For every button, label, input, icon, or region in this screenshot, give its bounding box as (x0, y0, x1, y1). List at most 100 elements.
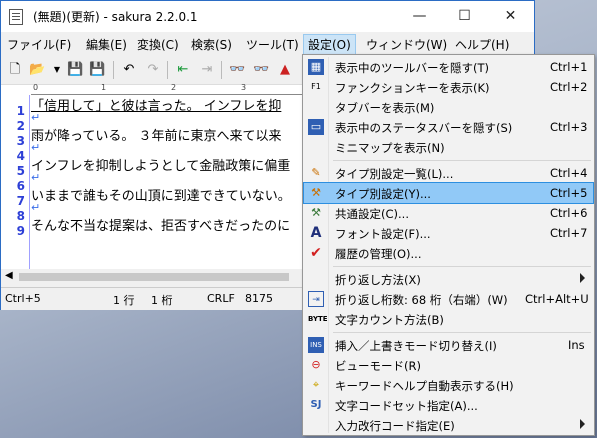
menu-file[interactable]: ファイル(F) (7, 36, 71, 53)
dropdown-arrow-icon[interactable]: ▼ (49, 62, 65, 78)
line-number: 6 (16, 179, 25, 193)
menu-item-keyword-help[interactable]: ⌖ キーワードヘルプ自動表示する(H) (304, 375, 593, 395)
menu-bar: ファイル(F) 編集(E) 変換(C) 検索(S) ツール(T) 設定(O) ウ… (1, 33, 534, 55)
menu-search[interactable]: 検索(S) (191, 36, 232, 53)
menu-item-label: ビューモード(R) (335, 359, 421, 373)
scroll-left-icon[interactable]: ◀ (5, 270, 13, 281)
settings-menu: ▦ 表示中のツールバーを隠す(T) Ctrl+1 F1 ファンクションキーを表示… (302, 54, 595, 436)
menu-separator (333, 160, 591, 161)
menu-settings[interactable]: 設定(O) (303, 34, 356, 55)
ruler-mark: 3 (241, 83, 247, 92)
menu-item-history[interactable]: ✔ 履歴の管理(O)... (304, 243, 593, 263)
crlf-mark: ↵ (31, 201, 41, 214)
toolbar-separator (221, 61, 222, 79)
menu-item-wrap-columns[interactable]: ⇥ 折り返し桁数: 68 桁（右端）(W) Ctrl+Alt+U (304, 289, 593, 309)
menu-item-label: 共通設定(C)... (335, 207, 409, 221)
new-file-icon[interactable]: 🗋 (7, 62, 23, 78)
menu-item-view-mode[interactable]: ⊖ ビューモード(R) (304, 355, 593, 375)
menu-item-label: タイプ別設定(Y)... (335, 187, 431, 201)
menu-item-input-eol[interactable]: 入力改行コード指定(E) (304, 415, 593, 435)
viewmode-icon: ⊖ (311, 358, 321, 371)
menu-item-label: 履歴の管理(O)... (335, 247, 422, 261)
menu-item-label: 入力改行コード指定(E) (335, 419, 455, 433)
menu-item-label: タブバーを表示(M) (335, 101, 435, 115)
menu-item-shortcut: Ctrl+4 (550, 166, 588, 180)
keyword-help-icon: ⌖ (312, 378, 320, 391)
crlf-mark: ↵ (31, 171, 41, 184)
submenu-arrow-icon (580, 419, 585, 429)
menu-item-label: フォント設定(F)... (335, 227, 431, 241)
menu-edit[interactable]: 編集(E) (86, 36, 127, 53)
type-setting-icon: ⚒ (311, 186, 321, 199)
find-next-icon[interactable]: 👓 (253, 62, 269, 78)
menu-item-hide-statusbar[interactable]: ▭ 表示中のステータスバーを隠す(S) Ctrl+3 (304, 117, 593, 137)
find-icon[interactable]: 👓 (229, 62, 245, 78)
menu-window[interactable]: ウィンドウ(W) (366, 36, 447, 53)
undo-icon[interactable]: ↶ (121, 62, 137, 78)
title-bar[interactable]: (無題)(更新) - sakura 2.2.0.1 — ☐ ✕ (1, 1, 534, 32)
menu-item-font-setting[interactable]: A フォント設定(F)... Ctrl+7 (304, 223, 593, 243)
redo-icon[interactable]: ↷ (145, 62, 161, 78)
scrollbar-thumb[interactable] (19, 273, 289, 281)
status-shortcut: Ctrl+5 (5, 292, 41, 305)
find-prev-icon[interactable]: ▲ (277, 62, 293, 78)
menu-item-label: 表示中のステータスバーを隠す(S) (335, 121, 513, 135)
menu-item-label: 折り返し方法(X) (335, 273, 421, 287)
menu-item-type-setting[interactable]: ⚒ タイプ別設定(Y)... Ctrl+5 (303, 182, 594, 204)
status-col: 1 桁 (151, 294, 173, 307)
menu-tools[interactable]: ツール(T) (246, 36, 299, 53)
menu-item-function-keys[interactable]: F1 ファンクションキーを表示(K) Ctrl+2 (304, 77, 593, 97)
menu-item-hide-toolbar[interactable]: ▦ 表示中のツールバーを隠す(T) Ctrl+1 (304, 57, 593, 77)
menu-item-common-setting[interactable]: ⚒ 共通設定(C)... Ctrl+6 (304, 203, 593, 223)
line-number: 4 (16, 149, 25, 163)
menu-item-shortcut: Ctrl+2 (550, 80, 588, 94)
wrap-icon: ⇥ (308, 291, 324, 307)
menu-separator (333, 266, 591, 267)
menu-item-label: ミニマップを表示(N) (335, 141, 445, 155)
line-number: 5 (16, 164, 25, 178)
status-code: 8175 (245, 292, 273, 305)
menu-item-type-list[interactable]: ✎ タイプ別設定一覧(L)... Ctrl+4 (304, 163, 593, 183)
menu-help[interactable]: ヘルプ(H) (455, 36, 509, 53)
ruler-mark: 2 (171, 83, 177, 92)
menu-item-shortcut: Ctrl+5 (550, 186, 588, 200)
menu-item-shortcut: Ctrl+3 (550, 120, 588, 134)
maximize-button[interactable]: ☐ (442, 1, 487, 32)
menu-convert[interactable]: 変換(C) (137, 36, 179, 53)
save-icon[interactable]: 💾 (67, 62, 83, 78)
open-folder-icon[interactable]: 📂 (29, 62, 45, 78)
menu-separator (333, 332, 591, 333)
menu-item-tabbar[interactable]: タブバーを表示(M) (304, 97, 593, 117)
menu-item-wrap-method[interactable]: 折り返し方法(X) (304, 269, 593, 289)
menu-item-label: 折り返し桁数: 68 桁（右端）(W) (335, 293, 508, 307)
line-number: 2 (16, 119, 25, 133)
common-setting-icon: ⚒ (311, 206, 321, 219)
charset-icon: SJ (310, 399, 322, 410)
jump-back-icon[interactable]: ⇤ (175, 62, 191, 78)
menu-item-insert-mode[interactable]: INS 挿入／上書きモード切り替え(I) Ins (304, 335, 593, 355)
menu-item-label: タイプ別設定一覧(L)... (335, 167, 454, 181)
type-list-icon: ✎ (311, 166, 321, 179)
checkmark-icon: ✔ (310, 245, 322, 261)
save-all-icon[interactable]: 💾 (89, 62, 105, 78)
line-number-gutter: 1 2 3 4 5 6 7 8 9 (1, 95, 30, 285)
status-eol: CRLF (207, 292, 235, 305)
menu-item-shortcut: Ctrl+Alt+U (525, 292, 589, 306)
menu-item-label: 文字コードセット指定(A)... (335, 399, 478, 413)
jump-forward-icon[interactable]: ⇥ (199, 62, 215, 78)
submenu-arrow-icon (580, 273, 585, 283)
byte-icon: BYTE (308, 315, 328, 323)
menu-item-minimap[interactable]: ミニマップを表示(N) (304, 137, 593, 157)
menu-item-label: 文字カウント方法(B) (335, 313, 444, 327)
status-row: 1 行 (113, 294, 135, 307)
minimize-button[interactable]: — (397, 1, 442, 32)
menu-item-shortcut: Ctrl+6 (550, 206, 588, 220)
app-icon (9, 9, 23, 25)
menu-item-label: ファンクションキーを表示(K) (335, 81, 490, 95)
close-button[interactable]: ✕ (488, 1, 533, 32)
fkey-icon: F1 (311, 82, 321, 91)
insert-icon: INS (308, 337, 324, 353)
menu-item-char-count[interactable]: BYTE 文字カウント方法(B) (304, 309, 593, 329)
line-number: 3 (16, 134, 25, 148)
menu-item-charset[interactable]: SJ 文字コードセット指定(A)... (304, 395, 593, 415)
